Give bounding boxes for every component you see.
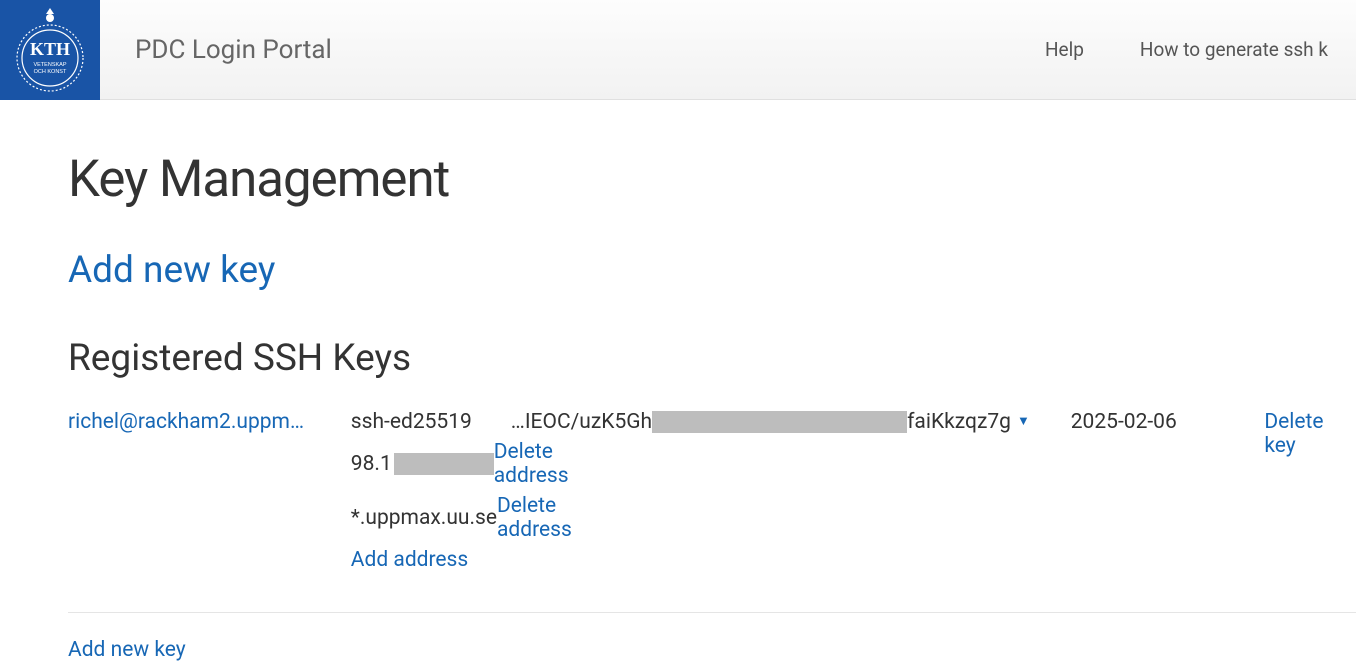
nav-links: Help How to generate ssh k bbox=[1017, 0, 1356, 99]
expand-fingerprint-icon[interactable]: ▼ bbox=[1017, 413, 1030, 429]
key-user-link[interactable]: richel@rackham2.uppm… bbox=[68, 410, 351, 434]
add-new-key-link[interactable]: Add new key bbox=[68, 249, 1356, 292]
nav-howto[interactable]: How to generate ssh k bbox=[1112, 38, 1356, 61]
logo-text-main: KTH bbox=[30, 39, 70, 59]
address-row: 98.1 Delete address bbox=[351, 440, 511, 488]
registered-keys-title: Registered SSH Keys bbox=[68, 337, 1356, 380]
page-title: Key Management bbox=[68, 150, 1356, 209]
delete-key-link[interactable]: Delete key bbox=[1214, 410, 1356, 458]
add-new-key-bottom-link[interactable]: Add new key bbox=[68, 638, 1356, 662]
address-text: 98.1 bbox=[351, 452, 494, 476]
main-content: Key Management Add new key Registered SS… bbox=[0, 100, 1356, 662]
address-row: *.uppmax.uu.se Delete address bbox=[351, 494, 511, 542]
ssh-key-row: richel@rackham2.uppm… ssh-ed25519 98.1 D… bbox=[68, 410, 1356, 613]
add-address-link[interactable]: Add address bbox=[351, 548, 511, 572]
fingerprint-suffix: faiKkzqz7g bbox=[907, 410, 1011, 434]
key-type: ssh-ed25519 bbox=[351, 410, 511, 434]
delete-address-link[interactable]: Delete address bbox=[494, 440, 569, 488]
key-type-column: ssh-ed25519 98.1 Delete address *.uppmax… bbox=[351, 410, 511, 572]
address-text: *.uppmax.uu.se bbox=[351, 506, 497, 530]
fingerprint-prefix: …IEOC/uzK5Gh bbox=[511, 410, 652, 434]
redacted-fingerprint bbox=[652, 411, 907, 433]
delete-address-link[interactable]: Delete address bbox=[497, 494, 572, 542]
app-title: PDC Login Portal bbox=[100, 0, 1017, 99]
key-fingerprint-cell: …IEOC/uzK5Gh faiKkzqz7g ▼ bbox=[511, 410, 1071, 434]
address-block: 98.1 Delete address *.uppmax.uu.se Delet… bbox=[351, 440, 511, 572]
key-date: 2025-02-06 bbox=[1071, 410, 1215, 434]
redacted-ip bbox=[394, 453, 494, 475]
nav-help[interactable]: Help bbox=[1017, 38, 1112, 61]
logo-text-sub2: OCH KONST bbox=[34, 69, 67, 75]
app-header: KTH VETENSKAP OCH KONST PDC Login Portal… bbox=[0, 0, 1356, 100]
logo-text-sub1: VETENSKAP bbox=[33, 62, 66, 68]
kth-logo[interactable]: KTH VETENSKAP OCH KONST bbox=[0, 0, 100, 100]
